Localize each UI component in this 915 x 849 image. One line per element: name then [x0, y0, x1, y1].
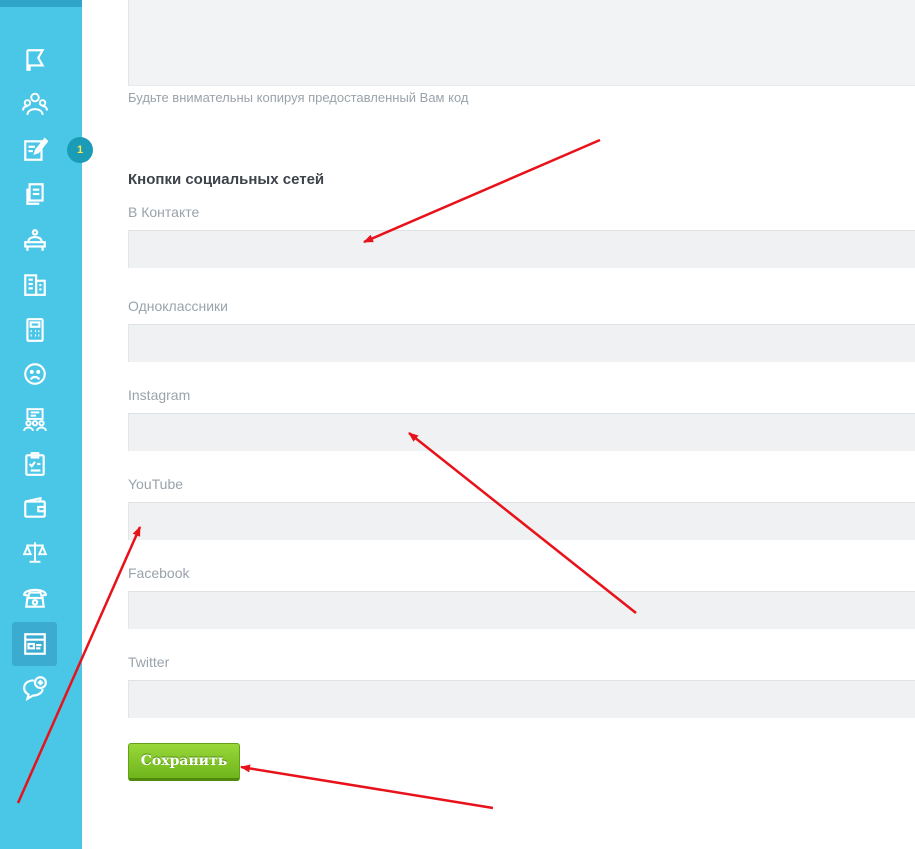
app-root: 1 Будьте внимательны копируя предоставле… [0, 0, 915, 849]
instagram-input[interactable] [128, 413, 915, 451]
twitter-input[interactable] [128, 680, 915, 718]
wallet-icon [23, 496, 46, 518]
sidebar-item-buildings[interactable] [12, 262, 57, 306]
social-section-title: Кнопки социальных сетей [128, 171, 325, 188]
sidebar-item-tasks[interactable] [12, 442, 57, 486]
phone-icon [22, 588, 47, 608]
sidebar-item-flag[interactable] [12, 38, 57, 82]
vkontakte-label: В Контакте [128, 204, 200, 220]
code-textarea[interactable] [128, 0, 915, 86]
sidebar-item-wallet[interactable] [12, 486, 57, 530]
sidebar: 1 [0, 0, 93, 849]
twitter-label: Twitter [128, 654, 170, 670]
notification-badge: 1 [67, 137, 93, 163]
documents-icon [25, 183, 44, 205]
reception-desk-icon [23, 229, 46, 251]
sidebar-item-legal[interactable] [12, 530, 57, 574]
sidebar-item-documents[interactable] [12, 172, 57, 216]
building-icon [23, 274, 46, 296]
sidebar-item-calculator[interactable] [12, 308, 57, 352]
youtube-input[interactable] [128, 502, 915, 540]
sad-face-icon [23, 363, 46, 385]
vkontakte-input[interactable] [128, 230, 915, 268]
sidebar-item-site-settings[interactable] [12, 622, 57, 666]
sidebar-top-strip [0, 0, 82, 7]
instagram-label: Instagram [128, 387, 191, 403]
facebook-input[interactable] [128, 591, 915, 629]
users-group-icon [21, 92, 48, 116]
chat-add-icon [22, 676, 47, 701]
sidebar-item-reception[interactable] [12, 218, 57, 262]
code-hint: Будьте внимательны копируя предоставленн… [128, 90, 469, 105]
checklist-icon [24, 452, 45, 476]
main-content: Будьте внимательны копируя предоставленн… [82, 0, 915, 849]
calculator-icon [25, 318, 44, 342]
sidebar-item-complaints[interactable] [12, 352, 57, 396]
edit-note-icon [23, 137, 48, 161]
presentation-icon [22, 408, 47, 432]
sidebar-item-users[interactable] [12, 82, 57, 126]
odnoklassniki-input[interactable] [128, 324, 915, 362]
sidebar-item-phone[interactable] [12, 576, 57, 620]
flag-icon [25, 49, 44, 71]
scales-icon [22, 542, 47, 563]
facebook-label: Facebook [128, 565, 190, 581]
sidebar-item-meetings[interactable] [12, 398, 57, 442]
save-button[interactable]: Сохранить [128, 743, 240, 781]
sidebar-item-notes[interactable] [12, 128, 57, 172]
odnoklassniki-label: Одноклассники [128, 298, 229, 314]
youtube-label: YouTube [128, 476, 184, 492]
sidebar-item-chat[interactable] [12, 666, 57, 710]
browser-window-icon [23, 633, 46, 655]
